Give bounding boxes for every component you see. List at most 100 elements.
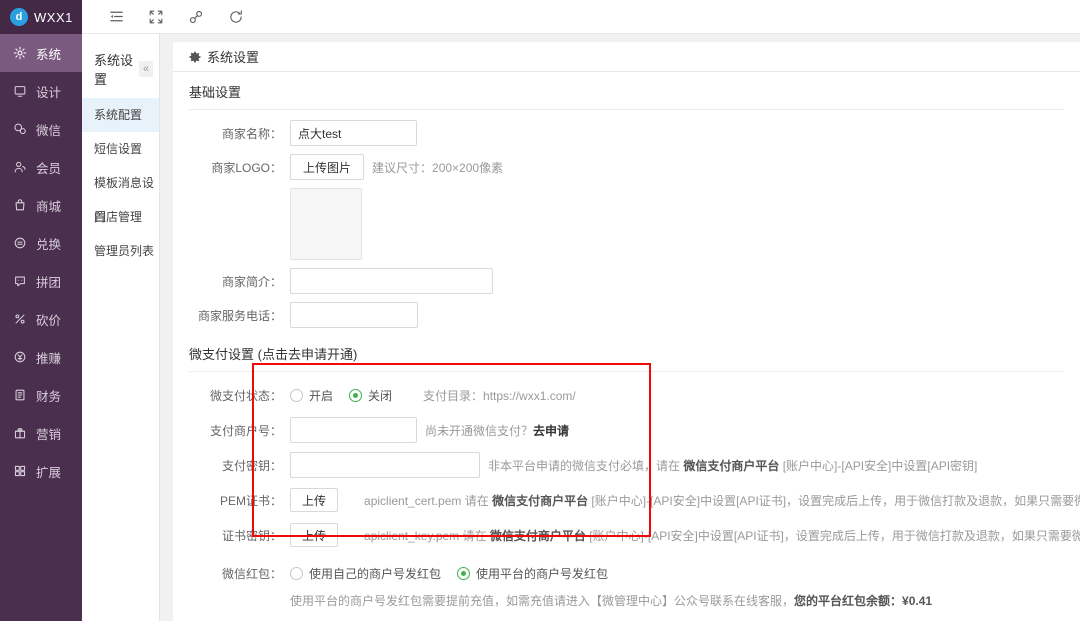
upload-cert-key-button[interactable]: 上传: [290, 523, 338, 547]
primary-nav: 系统 设计 微信 会员 商城 兑换: [0, 34, 82, 490]
radio-label: 关闭: [368, 387, 392, 404]
basic-settings-form: 商家名称： 商家LOGO： 上传图片 建议尺寸：200×200像素 商家简介： …: [173, 120, 1080, 328]
sidebar-item-label: 营销: [36, 424, 61, 443]
sidebar-item-system[interactable]: 系统: [0, 34, 82, 72]
upload-image-button[interactable]: 上传图片: [290, 154, 364, 180]
merchant-id-input[interactable]: [290, 417, 417, 443]
sidebar-item-label: 扩展: [36, 462, 61, 481]
merchant-id-hint: 尚未开通微信支付？去申请: [425, 422, 569, 439]
radio-label: 使用自己的商户号发红包: [309, 565, 441, 582]
wechat-pay-form: 微支付状态： 开启 关闭 支付目录：https://wxx1.com/ 支付商户…: [173, 382, 1080, 609]
secondary-sidebar: 系统设置 « 系统配置 短信设置 模板消息设置 门店管理 管理员列表: [82, 34, 160, 621]
merchant-name-input[interactable]: [290, 120, 417, 146]
red-packet-own-radio[interactable]: 使用自己的商户号发红包: [290, 565, 441, 582]
monitor-icon: [13, 84, 27, 98]
cert-key-label: 证书密钥：: [189, 527, 282, 544]
sidebar-item-members[interactable]: 会员: [0, 148, 82, 186]
sidebar-item-wechat[interactable]: 微信: [0, 110, 82, 148]
main-content: 系统设置 基础设置 商家名称： 商家LOGO： 上传图片 建议尺寸：200×20…: [160, 34, 1080, 621]
pay-key-label: 支付密钥：: [189, 457, 282, 474]
group-chat-icon: [13, 274, 27, 288]
pay-key-hint: 非本平台申请的微信支付必填，请在 微信支付商户平台 [账户中心]-[API安全]…: [488, 457, 977, 474]
pem-cert-label: PEM证书：: [189, 492, 282, 509]
menu-fold-icon[interactable]: [96, 0, 136, 34]
settings-panel: 系统设置 基础设置 商家名称： 商家LOGO： 上传图片 建议尺寸：200×20…: [173, 42, 1080, 621]
sidebar-item-design[interactable]: 设计: [0, 72, 82, 110]
sidebar-item-label: 推赚: [36, 348, 61, 367]
mall-bag-icon: [13, 198, 27, 212]
submenu-item-store-management[interactable]: 门店管理: [82, 200, 159, 234]
wechat-icon: [13, 122, 27, 136]
apply-link[interactable]: 去申请: [533, 424, 569, 438]
red-packet-note: 使用平台的商户号发红包需要提前充值，如需充值请进入【微管理中心】公众号联系在线客…: [290, 592, 1068, 609]
page-title: 系统设置: [207, 47, 259, 66]
app-logo[interactable]: d WXX1: [0, 0, 82, 34]
sidebar-item-label: 财务: [36, 386, 61, 405]
refresh-icon[interactable]: [216, 0, 256, 34]
submenu-item-system-config[interactable]: 系统配置: [82, 98, 159, 132]
gear-icon: [13, 46, 27, 60]
sidebar-item-bargain[interactable]: 砍价: [0, 300, 82, 338]
sidebar-item-mall[interactable]: 商城: [0, 186, 82, 224]
submenu-item-admin-list[interactable]: 管理员列表: [82, 234, 159, 268]
sidebar-item-label: 兑换: [36, 234, 61, 253]
pem-cert-hint: apiclient_cert.pem 请在 微信支付商户平台 [账户中心]-[A…: [364, 492, 1080, 509]
sidebar-item-label: 微信: [36, 120, 61, 139]
radio-label: 开启: [309, 387, 333, 404]
submenu-title: 系统设置: [94, 50, 139, 88]
page-title-bar: 系统设置: [173, 42, 1080, 72]
merchant-name-label: 商家名称：: [189, 125, 282, 142]
section-title-finance: 财务设置: [189, 615, 1064, 621]
promote-coin-icon: [13, 350, 27, 364]
pay-status-on-radio[interactable]: 开启: [290, 387, 333, 404]
sidebar-item-label: 系统: [36, 44, 61, 63]
logo-badge-icon: d: [10, 8, 28, 26]
percent-icon: [13, 312, 27, 326]
ledger-icon: [13, 388, 27, 402]
red-packet-platform-radio[interactable]: 使用平台的商户号发红包: [457, 565, 608, 582]
app-window: d WXX1 系统 设计 微信 会员 商城: [0, 0, 1080, 621]
sidebar-item-exchange[interactable]: 兑换: [0, 224, 82, 262]
service-phone-label: 商家服务电话：: [189, 307, 282, 324]
merchant-intro-label: 商家简介：: [189, 273, 282, 290]
sidebar-item-marketing[interactable]: 营销: [0, 414, 82, 452]
section-title-wechat-pay: 微支付设置 (点击去申请开通): [189, 334, 1064, 372]
exchange-coin-icon: [13, 236, 27, 250]
service-phone-input[interactable]: [290, 302, 418, 328]
sidebar-item-label: 拼团: [36, 272, 61, 291]
pay-status-off-radio[interactable]: 关闭: [349, 387, 392, 404]
submenu-item-template-message[interactable]: 模板消息设置: [82, 166, 159, 200]
grid-icon: [13, 464, 27, 478]
gear-icon: [189, 51, 201, 63]
cert-key-hint: apiclient_key.pem 请在 微信支付商户平台 [账户中心]-[AP…: [364, 527, 1080, 544]
top-toolbar: [82, 0, 1080, 34]
logo-size-hint: 建议尺寸：200×200像素: [372, 159, 503, 176]
radio-label: 使用平台的商户号发红包: [476, 565, 608, 582]
link-icon[interactable]: [176, 0, 216, 34]
logo-preview-box[interactable]: [290, 188, 362, 260]
sidebar-item-groupon[interactable]: 拼团: [0, 262, 82, 300]
sidebar-item-promote[interactable]: 推赚: [0, 338, 82, 376]
logo-text: WXX1: [34, 10, 73, 25]
pay-key-input[interactable]: [290, 452, 480, 478]
gift-icon: [13, 426, 27, 440]
pay-status-label: 微支付状态：: [189, 387, 282, 404]
sidebar-item-label: 砍价: [36, 310, 61, 329]
primary-sidebar: d WXX1 系统 设计 微信 会员 商城: [0, 0, 82, 621]
sidebar-item-label: 商城: [36, 196, 61, 215]
merchant-logo-label: 商家LOGO：: [189, 159, 282, 176]
fullscreen-icon[interactable]: [136, 0, 176, 34]
members-icon: [13, 160, 27, 174]
submenu-header: 系统设置 «: [82, 34, 159, 98]
merchant-id-label: 支付商户号：: [189, 422, 282, 439]
submenu-item-sms-settings[interactable]: 短信设置: [82, 132, 159, 166]
collapse-sidebar-button[interactable]: «: [139, 61, 153, 77]
red-packet-label: 微信红包：: [189, 565, 282, 582]
sidebar-item-label: 设计: [36, 82, 61, 101]
merchant-intro-input[interactable]: [290, 268, 493, 294]
sidebar-item-extension[interactable]: 扩展: [0, 452, 82, 490]
sidebar-item-label: 会员: [36, 158, 61, 177]
section-title-basic: 基础设置: [189, 72, 1064, 110]
sidebar-item-finance[interactable]: 财务: [0, 376, 82, 414]
upload-pem-cert-button[interactable]: 上传: [290, 488, 338, 512]
